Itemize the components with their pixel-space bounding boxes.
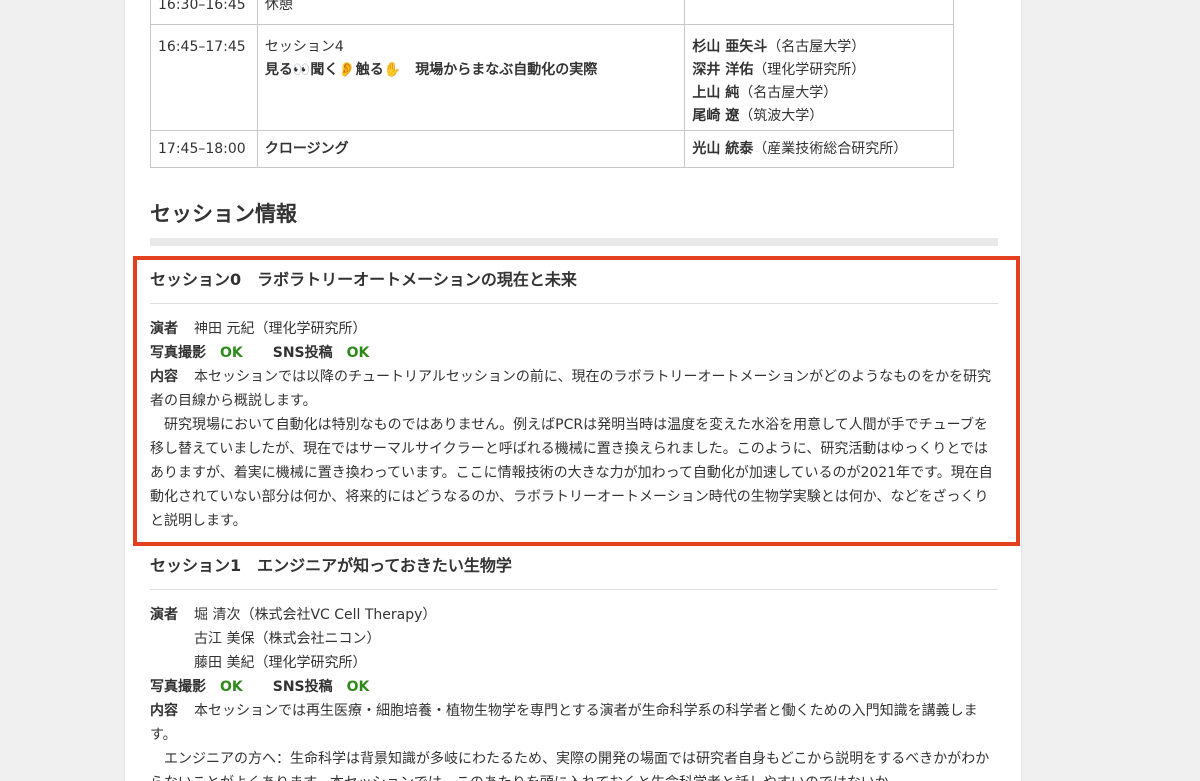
speaker-label: 演者 bbox=[150, 607, 178, 623]
photo-label: 写真撮影 bbox=[150, 345, 206, 361]
speaker: 深井 洋佑（理化学研究所） bbox=[692, 59, 946, 82]
content-text: 本セッションでは再生医療・細胞培養・植物生物学を専門とする演者が生命科学系の科学… bbox=[150, 703, 978, 743]
speaker-name: 光山 統泰 bbox=[692, 141, 754, 157]
speaker-affiliation: （筑波大学） bbox=[739, 108, 824, 124]
speaker-name: 上山 純 bbox=[692, 85, 740, 101]
time-cell: 16:30–16:45 bbox=[150, 0, 258, 25]
speaker-name: 深井 洋佑 bbox=[692, 62, 754, 78]
speaker: 古江 美保（株式会社ニコン） bbox=[194, 631, 381, 647]
speaker: 藤田 美紀（理化学研究所） bbox=[194, 655, 367, 671]
session-title: セッション0 ラボラトリーオートメーションの現在と未来 bbox=[150, 266, 998, 304]
time-cell: 16:45–17:45 bbox=[150, 24, 258, 131]
speaker-affiliation: （産業技術総合研究所） bbox=[753, 141, 908, 157]
session-body: 演者 神田 元紀（理化学研究所） 写真撮影 OK SNS投稿 OK 内容 本セッションでは… bbox=[150, 317, 998, 533]
speaker-affiliation: （名古屋大学） bbox=[767, 39, 866, 55]
title-text: 休憩 bbox=[264, 0, 293, 13]
sns-ok-badge: OK bbox=[346, 679, 370, 695]
photo-ok-badge: OK bbox=[220, 679, 243, 695]
page: 16:30–16:45 休憩 16:45–17:45 セッション4 見る👀聞く👂… bbox=[124, 0, 1022, 781]
time-cell: 17:45–18:00 bbox=[150, 130, 258, 168]
speaker-label: 演者 bbox=[150, 321, 178, 337]
table-row: 16:45–17:45 セッション4 見る👀聞く👂触る✋ 現場からまなぶ自動化の… bbox=[150, 24, 954, 131]
speakers-cell bbox=[684, 0, 954, 25]
table-row: 16:30–16:45 休憩 bbox=[150, 0, 954, 25]
content-row: 内容 本セッションでは以降のチュートリアルセッションの前に、現在のラボラトリーオー… bbox=[150, 365, 998, 533]
schedule-table: 16:30–16:45 休憩 16:45–17:45 セッション4 見る👀聞く👂… bbox=[150, 0, 954, 168]
speaker-name: 尾崎 遼 bbox=[692, 108, 740, 124]
session-body: 演者堀 清次（株式会社VC Cell Therapy） 古江 美保（株式会社ニコ… bbox=[150, 603, 998, 781]
content-paragraph: 研究現場において自動化は特別なものではありません。例えばPCRは発明当時は温度を… bbox=[150, 417, 993, 529]
session-0: セッション0 ラボラトリーオートメーションの現在と未来 演者 神田 元紀（理化学研… bbox=[150, 266, 998, 533]
sns-label: SNS投稿 bbox=[272, 345, 333, 361]
title-cell: 休憩 bbox=[256, 0, 686, 25]
photo-label: 写真撮影 bbox=[150, 679, 206, 695]
session-number: セッション4 bbox=[264, 39, 344, 55]
permission-row: 写真撮影 OK SNS投稿 OK bbox=[150, 341, 998, 365]
speaker: 尾崎 遼（筑波大学） bbox=[692, 105, 946, 128]
speaker: 光山 統泰（産業技術総合研究所） bbox=[692, 138, 946, 161]
content-paragraph: エンジニアの方へ：生命科学は背景知識が多岐にわたるため、実際の開発の場面では研究… bbox=[150, 751, 990, 781]
session-title: クロージング bbox=[264, 141, 349, 157]
session-title: セッション1 エンジニアが知っておきたい生物学 bbox=[150, 552, 998, 590]
session-1: セッション1 エンジニアが知っておきたい生物学 演者堀 清次（株式会社VC Ce… bbox=[150, 552, 998, 781]
table-row: 17:45–18:00 クロージング 光山 統泰（産業技術総合研究所） bbox=[150, 130, 954, 168]
sns-ok-badge: OK bbox=[346, 345, 370, 361]
speaker: 神田 元紀（理化学研究所） bbox=[194, 321, 367, 337]
sns-label: SNS投稿 bbox=[272, 679, 333, 695]
speaker-name: 杉山 亜矢斗 bbox=[692, 39, 768, 55]
session-title: 見る👀聞く👂触る✋ 現場からまなぶ自動化の実際 bbox=[264, 62, 598, 78]
speaker: 堀 清次（株式会社VC Cell Therapy） bbox=[194, 607, 437, 623]
content-label: 内容 bbox=[150, 703, 178, 719]
speaker: 杉山 亜矢斗（名古屋大学） bbox=[692, 36, 946, 59]
content-text: 本セッションでは以降のチュートリアルセッションの前に、現在のラボラトリーオートメ… bbox=[150, 369, 992, 409]
content: 16:30–16:45 休憩 16:45–17:45 セッション4 見る👀聞く👂… bbox=[150, 0, 1000, 781]
content-label: 内容 bbox=[150, 369, 178, 385]
speakers-cell: 光山 統泰（産業技術総合研究所） bbox=[684, 130, 954, 168]
title-cell: クロージング bbox=[256, 130, 686, 168]
photo-ok-badge: OK bbox=[220, 345, 243, 361]
heading-divider bbox=[150, 238, 998, 246]
speaker-affiliation: （名古屋大学） bbox=[739, 85, 838, 101]
section-heading: セッション情報 bbox=[150, 202, 297, 226]
permission-row: 写真撮影 OK SNS投稿 OK bbox=[150, 675, 998, 699]
speakers-cell: 杉山 亜矢斗（名古屋大学） 深井 洋佑（理化学研究所） 上山 純（名古屋大学） … bbox=[684, 24, 954, 131]
speaker-row: 演者堀 清次（株式会社VC Cell Therapy） 古江 美保（株式会社ニコ… bbox=[150, 603, 998, 675]
speaker: 上山 純（名古屋大学） bbox=[692, 82, 946, 105]
speaker-affiliation: （理化学研究所） bbox=[753, 62, 866, 78]
content-row: 内容 本セッションでは再生医療・細胞培養・植物生物学を専門とする演者が生命科学系の… bbox=[150, 699, 998, 781]
speaker-row: 演者 神田 元紀（理化学研究所） bbox=[150, 317, 998, 341]
title-cell: セッション4 見る👀聞く👂触る✋ 現場からまなぶ自動化の実際 bbox=[256, 24, 686, 131]
